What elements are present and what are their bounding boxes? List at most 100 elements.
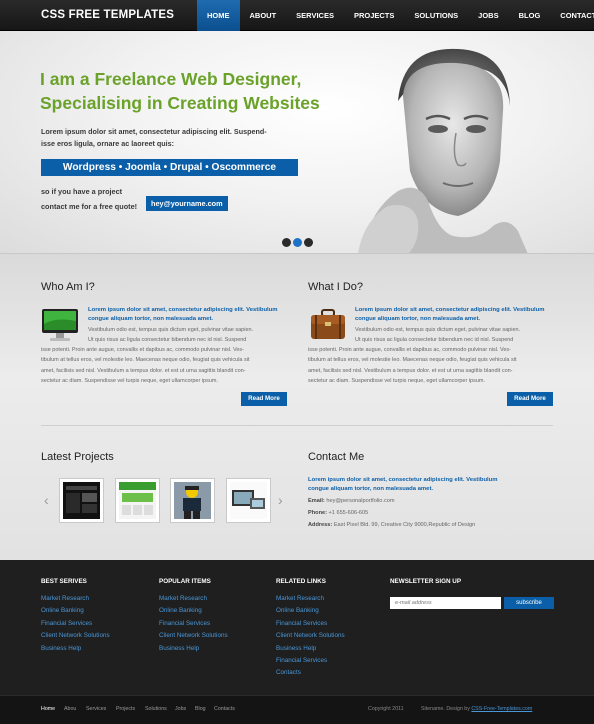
who-body-line: Vestibulum odio est, tempus quis dictum … <box>88 327 254 333</box>
footer-col1-link[interactable]: Financial Services <box>41 620 92 627</box>
contact-email: Email: hey@personalportfolio.com <box>308 498 395 504</box>
subscribe-button[interactable]: subscribe <box>504 597 554 609</box>
bottom-link-solutions[interactable]: Solutions <box>145 706 167 712</box>
who-lead-text: Lorem ipsum dolor sit amet, consectetur … <box>88 306 278 324</box>
what-read-more-button[interactable]: Read More <box>507 392 553 406</box>
contact-lead-line: congue aliquam tortor, non malesuada ame… <box>308 486 434 492</box>
project-thumbnail-2[interactable] <box>115 478 160 523</box>
nav-solutions[interactable]: SOLUTIONS <box>404 0 468 31</box>
contact-address-label: Address: <box>308 522 333 528</box>
sitename-text: Sitename. Design by <box>421 706 470 712</box>
footer-col2-link[interactable]: Client Network Solutions <box>159 632 228 639</box>
nav-projects[interactable]: PROJECTS <box>344 0 404 31</box>
hero-title: I am a Freelance Web Designer, Specialis… <box>40 67 370 115</box>
footer-col1-link[interactable]: Client Network Solutions <box>41 632 110 639</box>
footer-col1-link[interactable]: Market Research <box>41 595 89 602</box>
bottom-link-jobs[interactable]: Jobs <box>175 706 186 712</box>
footer-col1-link[interactable]: Business Help <box>41 645 81 652</box>
who-body-line: isse potenti. Proin ante augue, convalli… <box>41 347 245 353</box>
who-body-line: sectetur ac diam. Suspendisse vel turpis… <box>41 377 219 384</box>
footer-col3-title: RELATED LINKS <box>276 578 326 585</box>
footer-col3-link[interactable]: Business Help <box>276 645 316 652</box>
cms-list-banner: Wordpress • Joomla • Drupal • Oscommerce <box>41 159 298 176</box>
what-i-do-title: What I Do? <box>308 281 364 293</box>
who-lead-line: congue aliquam tortor, non malesuada ame… <box>88 316 214 322</box>
project-thumbnail-1[interactable] <box>59 478 104 523</box>
footer-col2-link[interactable]: Business Help <box>159 645 199 652</box>
contact-email-label: Email: <box>308 498 325 504</box>
bottom-link-contacts[interactable]: Contacts <box>214 706 235 712</box>
footer-col2-title: POPULAR ITEMS <box>159 578 211 585</box>
nav-blog[interactable]: BLOG <box>509 0 551 31</box>
footer-col3-link[interactable]: Contacts <box>276 669 301 676</box>
footer-col2-link[interactable]: Online Banking <box>159 607 202 614</box>
what-lead-line: congue aliquam tortor, non malesuada ame… <box>355 316 481 322</box>
footer-col2-link[interactable]: Financial Services <box>159 620 210 627</box>
who-body-text-top: Vestibulum odio est, tempus quis dictum … <box>88 325 253 346</box>
bottom-link-services[interactable]: Services <box>86 706 106 712</box>
hero-banner: I am a Freelance Web Designer, Specialis… <box>0 31 594 254</box>
hero-title-line: I am a Freelance Web Designer, <box>40 69 302 89</box>
slider-dot-active[interactable] <box>293 238 302 247</box>
chevron-right-icon[interactable]: › <box>278 492 283 508</box>
contact-phone-label: Phone: <box>308 510 327 516</box>
bottom-link-blog[interactable]: Blog <box>195 706 206 712</box>
credit-link[interactable]: CSS-Free-Templates.com <box>471 706 532 712</box>
what-body-text-top: Vestibulum odio est, tempus quis dictum … <box>355 325 520 346</box>
contact-phone: Phone: +1 655-606-605 <box>308 510 368 516</box>
newsletter-email-input[interactable] <box>390 597 501 609</box>
what-lead-text: Lorem ipsum dolor sit amet, consectetur … <box>355 306 545 324</box>
contact-me-title: Contact Me <box>308 451 365 463</box>
bottom-link-about[interactable]: Abou <box>64 706 76 712</box>
email-button[interactable]: hey@yourname.com <box>146 196 228 211</box>
hero-cta-line: so if you have a project <box>41 187 123 196</box>
nav-jobs[interactable]: JOBS <box>468 0 508 31</box>
nav-home[interactable]: HOME <box>197 0 240 31</box>
who-read-more-button[interactable]: Read More <box>241 392 287 406</box>
nav-contacts[interactable]: CONTACTS <box>550 0 594 31</box>
newsletter-title: NEWSLETTER SIGN UP <box>390 578 462 585</box>
footer-col3-link[interactable]: Financial Services <box>276 657 327 664</box>
who-am-i-title: Who Am I? <box>41 281 95 293</box>
footer-col3-link[interactable]: Client Network Solutions <box>276 632 345 639</box>
nav-services[interactable]: SERVICES <box>286 0 344 31</box>
section-divider <box>41 425 553 426</box>
what-lead-line: Lorem ipsum dolor sit amet, consectetur … <box>355 307 545 313</box>
bottom-link-home[interactable]: Home <box>41 706 55 712</box>
credit-text: Sitename. Design by CSS-Free-Templates.c… <box>421 706 532 712</box>
what-body-line: Vestibulum odio est, tempus quis dictum … <box>355 327 521 333</box>
contact-lead-line: Lorem ipsum dolor sit amet, consectetur … <box>308 477 498 483</box>
contact-lead-text: Lorem ipsum dolor sit amet, consectetur … <box>308 476 498 494</box>
what-body-text: isse potenti. Proin ante augue, convalli… <box>308 345 517 386</box>
main-nav: HOME ABOUT SERVICES PROJECTS SOLUTIONS J… <box>197 0 594 31</box>
footer-col3-link[interactable]: Financial Services <box>276 620 327 627</box>
who-body-text: isse potenti. Proin ante augue, convalli… <box>41 345 250 386</box>
footer-col3-link[interactable]: Online Banking <box>276 607 319 614</box>
footer-col3-link[interactable]: Market Research <box>276 595 324 602</box>
site-logo[interactable]: CSS FREE TEMPLATES <box>41 9 174 21</box>
hero-title-line: Specialising in Creating Websites <box>40 93 320 113</box>
portrait-image <box>358 48 528 253</box>
nav-about[interactable]: ABOUT <box>240 0 287 31</box>
what-body-line: isse potenti. Proin ante augue, convalli… <box>308 347 512 353</box>
latest-projects-title: Latest Projects <box>41 451 114 463</box>
monitor-icon <box>42 309 78 341</box>
what-body-line: amet, facilisis sed nisl. Vestibulum a t… <box>308 367 513 374</box>
footer-col2-link[interactable]: Market Research <box>159 595 207 602</box>
what-body-line: tibulum at tellus eros, vel molestie leo… <box>308 357 517 364</box>
contact-email-value[interactable]: hey@personalportfolio.com <box>326 498 394 504</box>
project-thumbnail-4[interactable] <box>226 478 271 523</box>
hero-call-to-action: so if you have a project contact me for … <box>41 184 137 214</box>
hero-description-line: isse eros ligula, ornare ac laoreet quis… <box>41 139 175 148</box>
bottom-link-projects[interactable]: Projects <box>116 706 135 712</box>
contact-address-value: East Pixel Bld. 99, Creative City 9000,R… <box>333 522 476 528</box>
chevron-left-icon[interactable]: ‹ <box>44 492 49 508</box>
contact-address: Address: East Pixel Bld. 99, Creative Ci… <box>308 522 475 528</box>
project-thumbnail-3[interactable] <box>170 478 215 523</box>
contact-phone-value: +1 655-606-605 <box>328 510 369 516</box>
who-body-line: amet, facilisis sed nisl. Vestibulum a t… <box>41 367 246 374</box>
footer-col1-link[interactable]: Online Banking <box>41 607 84 614</box>
slider-dot[interactable] <box>304 238 313 247</box>
slider-dot[interactable] <box>282 238 291 247</box>
briefcase-icon <box>311 309 345 339</box>
